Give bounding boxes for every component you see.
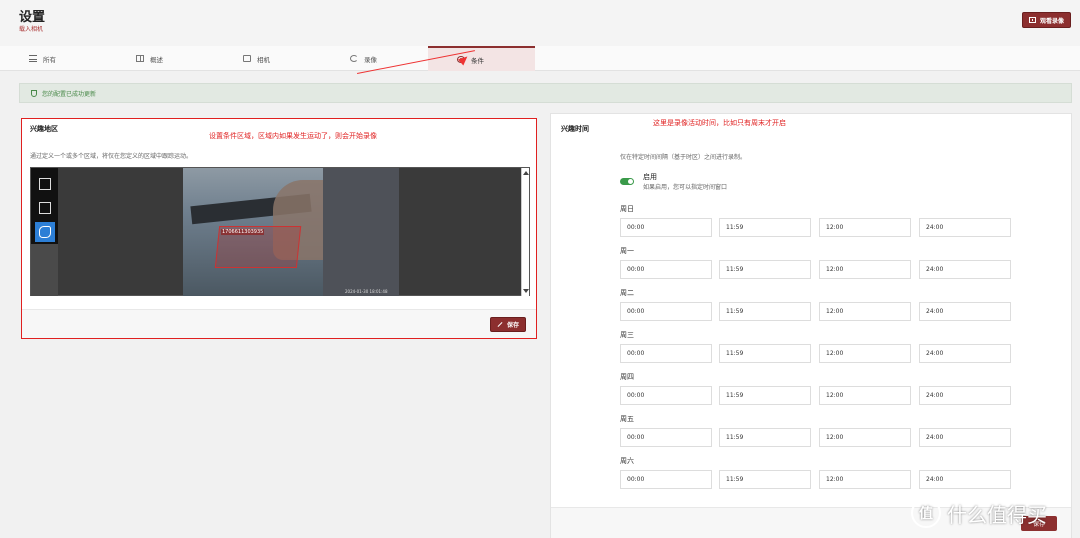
time-input[interactable]: 24:00 — [919, 386, 1011, 405]
time-input[interactable]: 24:00 — [919, 218, 1011, 237]
toggle-label: 启用 — [643, 173, 657, 181]
day-label: 周一 — [620, 247, 634, 255]
day-label: 周日 — [620, 205, 634, 213]
time-input[interactable]: 11:59 — [719, 344, 811, 363]
tab-label: 录像 — [364, 55, 377, 64]
region-editor[interactable]: 1706611303935 2024-01-30 18:01:48 — [30, 167, 530, 296]
time-input[interactable]: 12:00 — [819, 302, 911, 321]
time-input[interactable]: 00:00 — [620, 470, 712, 489]
editor-scrollbar[interactable] — [521, 168, 529, 296]
cursor-icon — [39, 178, 51, 190]
watermark-logo: 值 — [911, 498, 941, 528]
rectangle-tool[interactable] — [35, 198, 55, 218]
page-header: 设置 载入相机 观看录像 — [0, 0, 1080, 46]
time-input[interactable]: 00:00 — [620, 302, 712, 321]
scroll-down-icon[interactable] — [523, 289, 529, 293]
roi-save-button[interactable]: 保存 — [490, 317, 526, 332]
page-title: 设置 — [19, 10, 46, 25]
time-input[interactable]: 00:00 — [620, 260, 712, 279]
save-label: 保存 — [506, 322, 519, 329]
roi-description: 通过定义一个或多个区域，将仅在您定义的区域中跟踪运动。 — [30, 153, 193, 160]
day-label: 周五 — [620, 415, 634, 423]
time-input[interactable]: 12:00 — [819, 260, 911, 279]
time-input[interactable]: 24:00 — [919, 302, 1011, 321]
polygon-icon — [39, 226, 51, 238]
tab-all[interactable]: 所有 — [0, 46, 107, 71]
time-input[interactable]: 12:00 — [819, 470, 911, 489]
watermark: 值 什么值得买 — [911, 498, 1047, 528]
roi-title: 兴趣地区 — [30, 125, 58, 133]
person-image — [323, 168, 399, 296]
camera-snapshot[interactable]: 1706611303935 2024-01-30 18:01:48 — [183, 168, 399, 296]
time-input[interactable]: 11:59 — [719, 428, 811, 447]
time-input[interactable]: 24:00 — [919, 260, 1011, 279]
schedule-enable-toggle[interactable] — [620, 178, 634, 185]
pencil-icon — [497, 322, 503, 327]
alert-text: 您的配置已成功更新 — [42, 90, 97, 98]
tab-label: 所有 — [43, 55, 56, 64]
time-input[interactable]: 00:00 — [620, 428, 712, 447]
polygon-tool[interactable] — [35, 222, 55, 242]
grid-icon — [136, 55, 144, 62]
toolbar-spacer — [31, 244, 58, 296]
schedule-annotation: 这里是录像活动时间，比如只有周末才开启 — [653, 119, 786, 127]
day-label: 周二 — [620, 289, 634, 297]
day-label: 周四 — [620, 373, 634, 381]
time-input[interactable]: 12:00 — [819, 428, 911, 447]
camera-timestamp: 2024-01-30 18:01:48 — [345, 289, 388, 294]
refresh-icon — [350, 55, 358, 62]
scroll-up-icon[interactable] — [523, 171, 529, 175]
drawing-toolbar — [31, 168, 58, 296]
schedule-description: 仅在特定时间间隔（基于时区）之间进行录制。 — [620, 154, 747, 161]
roi-footer: 保存 — [22, 309, 536, 338]
region-label: 1706611303935 — [221, 229, 265, 235]
tab-label: 概述 — [150, 55, 163, 64]
tab-label: 条件 — [471, 56, 484, 65]
time-input[interactable]: 11:59 — [719, 302, 811, 321]
rectangle-icon — [39, 202, 51, 214]
time-input[interactable]: 11:59 — [719, 218, 811, 237]
time-input[interactable]: 11:59 — [719, 260, 811, 279]
select-tool[interactable] — [35, 174, 55, 194]
tab-recording[interactable]: 录像 — [321, 46, 428, 71]
time-input[interactable]: 24:00 — [919, 428, 1011, 447]
time-input[interactable]: 00:00 — [620, 386, 712, 405]
time-input[interactable]: 00:00 — [620, 344, 712, 363]
shield-check-icon — [31, 89, 37, 97]
time-input[interactable]: 00:00 — [620, 218, 712, 237]
roi-annotation: 设置条件区域，区域内如果发生运动了，则会开始录像 — [209, 132, 377, 140]
list-icon — [29, 55, 37, 62]
watermark-text: 什么值得买 — [947, 502, 1047, 527]
time-input[interactable]: 12:00 — [819, 344, 911, 363]
tab-camera[interactable]: 相机 — [214, 46, 321, 71]
time-input[interactable]: 12:00 — [819, 386, 911, 405]
time-input[interactable]: 11:59 — [719, 470, 811, 489]
page-subtitle: 载入相机 — [19, 26, 44, 33]
time-input[interactable]: 11:59 — [719, 386, 811, 405]
tab-overview[interactable]: 概述 — [107, 46, 214, 71]
tab-label: 相机 — [257, 55, 270, 64]
schedule-title: 兴趣时间 — [561, 125, 589, 133]
time-input[interactable]: 24:00 — [919, 344, 1011, 363]
time-input[interactable]: 24:00 — [919, 470, 1011, 489]
schedule-card: 兴趣时间 这里是录像活动时间，比如只有周末才开启 仅在特定时间间隔（基于时区）之… — [550, 113, 1072, 538]
day-label: 周六 — [620, 457, 634, 465]
camera-icon — [243, 55, 251, 62]
day-label: 周三 — [620, 331, 634, 339]
success-alert: 您的配置已成功更新 — [19, 83, 1072, 103]
watch-recordings-label: 观看录像 — [1039, 17, 1064, 25]
time-input[interactable]: 12:00 — [819, 218, 911, 237]
film-icon — [1028, 17, 1036, 23]
roi-card: 兴趣地区 设置条件区域，区域内如果发生运动了，则会开始录像 通过定义一个或多个区… — [21, 118, 537, 339]
toggle-help: 如果启用，您可以指定时间窗口 — [643, 184, 728, 191]
settings-tabs: 所有 概述 相机 录像 条件 — [0, 46, 1080, 71]
watch-recordings-button[interactable]: 观看录像 — [1022, 12, 1071, 28]
tab-conditions[interactable]: 条件 — [428, 46, 535, 71]
